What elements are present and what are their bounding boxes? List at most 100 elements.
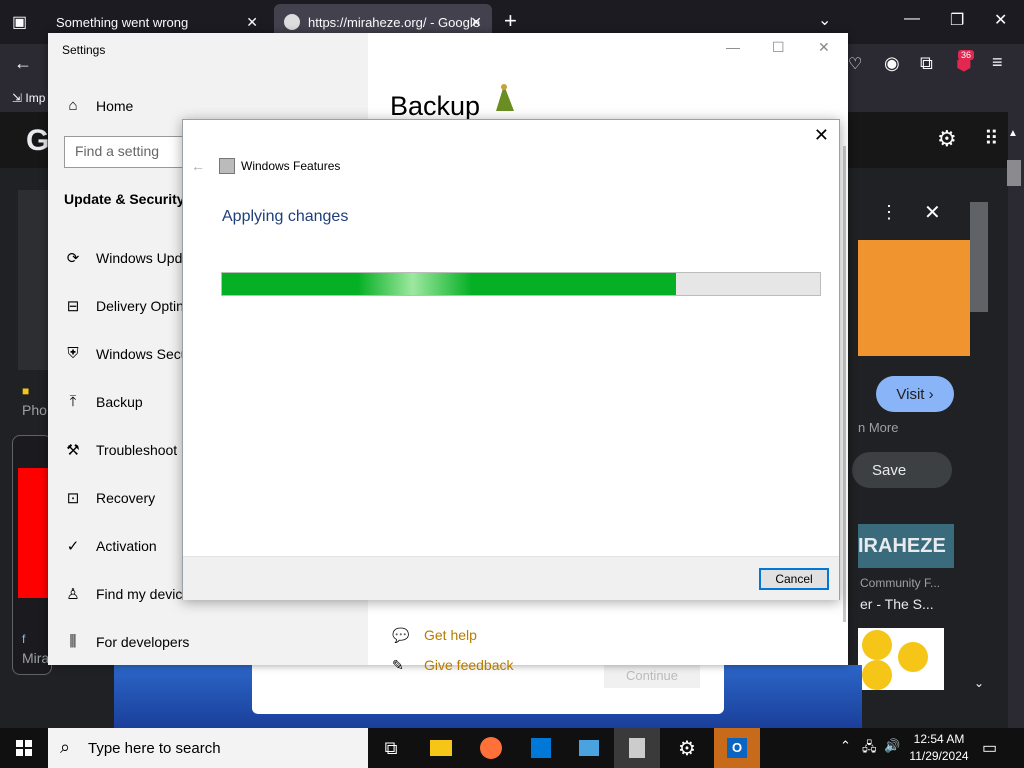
settings-gear-icon[interactable]: ⚙ (937, 126, 957, 152)
close-panel-icon[interactable]: ✕ (924, 200, 941, 225)
panel-scrollbar[interactable] (970, 202, 988, 312)
give-feedback-link[interactable]: Give feedback (424, 657, 514, 673)
volume-icon[interactable]: 🔊 (884, 738, 900, 754)
notification-icon[interactable]: ▭ (982, 738, 997, 758)
delivery-icon: ⊟ (66, 298, 80, 315)
nav-delivery-optimization[interactable]: ⊟ Delivery Optin (64, 297, 184, 315)
page-scrollbar[interactable] (1008, 112, 1024, 728)
dialog-title: Windows Features (241, 159, 341, 173)
extension-badge: 36 (958, 50, 975, 60)
visit-button[interactable]: Visit › (876, 376, 954, 412)
new-tab-icon[interactable]: + (504, 10, 517, 32)
person-icon: ♙ (66, 586, 80, 603)
result-title[interactable]: er - The S... (860, 596, 934, 612)
progress-bar (221, 272, 821, 296)
dialog-footer (183, 556, 839, 600)
windows-logo-icon (16, 740, 32, 756)
panel-image (858, 240, 970, 356)
save-label: Save (872, 461, 907, 479)
settings-scrollbar[interactable] (843, 146, 846, 622)
get-help-link[interactable]: Get help (424, 627, 477, 643)
task-view-icon[interactable]: ⧉ (368, 728, 414, 768)
import-bookmarks-link[interactable]: ⇲ Imp (12, 91, 45, 105)
left-card-image (18, 468, 48, 598)
account-icon[interactable]: ◉ (884, 53, 900, 74)
honeycomb-image (858, 628, 944, 690)
page-scroll-thumb[interactable] (1007, 160, 1021, 186)
apps-grid-icon[interactable]: ⠿ (984, 126, 999, 151)
bookmark-label: Imp (25, 91, 46, 105)
minimize-icon[interactable]: — (904, 10, 920, 28)
nav-for-developers[interactable]: ⫼ For developers (64, 633, 190, 650)
pocket-icon[interactable]: ♡ (848, 54, 862, 74)
developer-icon: ⫼ (69, 633, 77, 650)
tab-label: Something went wrong (56, 14, 189, 30)
minimize-icon[interactable]: — (726, 39, 740, 55)
nav-find-my-device[interactable]: ♙ Find my device (64, 585, 190, 603)
shield-icon: ⛨ (67, 345, 79, 362)
scroll-up-icon[interactable]: ▲ (1008, 128, 1018, 139)
back-arrow-icon[interactable]: ← (14, 53, 32, 74)
close-icon[interactable]: ✕ (814, 125, 829, 146)
settings-taskbar-icon[interactable]: ⚙ (664, 728, 710, 768)
start-button[interactable] (0, 728, 48, 768)
windows-features-icon (219, 158, 235, 174)
taskbar-search[interactable]: ⌕ Type here to search (48, 728, 368, 768)
nav-windows-update[interactable]: ⟳ Windows Upd (64, 249, 183, 267)
more-options-icon[interactable]: ⋮ (880, 202, 898, 223)
google-logo[interactable]: G (26, 124, 49, 158)
recovery-icon: ⊡ (66, 490, 80, 507)
favicon-icon: ■ (22, 384, 30, 398)
google-favicon-icon (284, 14, 300, 30)
nav-label: Delivery Optin (96, 298, 184, 314)
result-thumbnail (18, 190, 48, 370)
search-placeholder: Type here to search (88, 739, 221, 757)
tab-list-icon[interactable]: ▣ (12, 12, 27, 32)
network-icon[interactable]: 🖧 (862, 738, 877, 760)
store-icon[interactable] (518, 728, 564, 768)
close-tab-icon[interactable]: ✕ (246, 14, 258, 31)
clock[interactable]: 12:54 AM 11/29/2024 (908, 731, 970, 765)
nav-windows-security[interactable]: ⛨ Windows Secu (64, 345, 188, 362)
dialog-heading: Applying changes (222, 208, 349, 225)
control-panel-icon[interactable] (566, 728, 612, 768)
left-result-text: Pho (22, 402, 47, 418)
nav-troubleshoot[interactable]: ⚒ Troubleshoot (64, 441, 177, 459)
extensions-icon[interactable]: ⧉ (920, 53, 933, 74)
settings-title: Settings (62, 43, 106, 57)
firefox-icon[interactable] (468, 728, 514, 768)
nav-recovery[interactable]: ⊡ Recovery (64, 489, 155, 507)
nav-home[interactable]: ⌂ Home (64, 97, 133, 114)
close-tab-icon[interactable]: ✕ (470, 14, 482, 31)
nav-activation[interactable]: ✓ Activation (64, 537, 157, 555)
list-all-tabs-icon[interactable]: ⌄ (818, 10, 831, 30)
windows-features-dialog: ✕ ← Windows Features Applying changes Ca… (182, 119, 840, 600)
clock-time: 12:54 AM (913, 732, 965, 746)
help-icon: 💬 (392, 627, 410, 643)
wrench-icon: ⚒ (66, 442, 80, 459)
nav-backup[interactable]: ⤒ Backup (64, 393, 143, 410)
learn-more-link[interactable]: n More (858, 420, 898, 435)
menu-icon[interactable]: ≡ (992, 52, 1003, 73)
restore-icon[interactable]: ❐ (950, 10, 964, 30)
cancel-button[interactable]: Cancel (759, 568, 829, 590)
outlook-icon[interactable]: O (714, 728, 760, 768)
visit-label: Visit (896, 385, 925, 403)
refresh-icon: ⟳ (66, 250, 80, 267)
left-card-text: Mira (22, 650, 50, 666)
backup-mascot-icon (496, 84, 514, 111)
miraheze-logo: IRAHEZE (858, 524, 954, 568)
maximize-icon[interactable]: ☐ (772, 39, 785, 56)
file-explorer-icon[interactable] (418, 728, 464, 768)
nav-label: Troubleshoot (96, 442, 178, 458)
scroll-down-icon[interactable]: ⌄ (974, 676, 984, 690)
show-hidden-icons-icon[interactable]: ⌃ (840, 738, 851, 754)
close-icon[interactable]: ✕ (818, 39, 830, 56)
feedback-icon: ✎ (392, 657, 404, 673)
save-button[interactable]: Save (852, 452, 952, 488)
windows-features-taskbar-icon[interactable] (614, 728, 660, 768)
tab-label: https://miraheze.org/ - Google (308, 14, 480, 30)
close-icon[interactable]: ✕ (994, 10, 1007, 30)
page-title: Backup (390, 91, 481, 121)
continue-button[interactable]: Continue (604, 664, 700, 688)
